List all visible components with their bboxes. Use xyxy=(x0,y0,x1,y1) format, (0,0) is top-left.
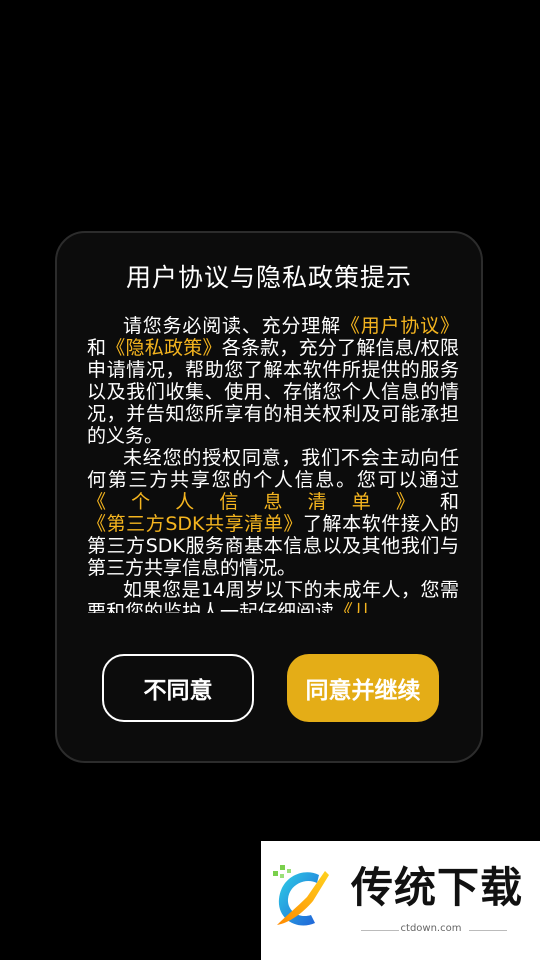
p2-text-2: 和 xyxy=(439,491,459,513)
watermark-url: ctdown.com xyxy=(400,923,462,934)
agree-and-continue-button[interactable]: 同意并继续 xyxy=(287,654,439,722)
p3-text-1: 如果您是14周岁以下的未成年人，您需要和您的监护人一起仔细阅读 xyxy=(87,579,459,613)
agreement-paragraph-3: 如果您是14周岁以下的未成年人，您需要和您的监护人一起仔细阅读《儿 xyxy=(87,579,459,613)
watermark-title: 传统下载 xyxy=(351,863,524,912)
ctdown-logo-icon xyxy=(273,865,329,926)
site-watermark: 传统下载 ctdown.com xyxy=(261,841,540,960)
privacy-policy-link[interactable]: 《隐私政策》 xyxy=(106,337,221,359)
children-policy-link[interactable]: 《儿 xyxy=(334,601,372,613)
app-screen: 用户协议与隐私政策提示 请您务必阅读、充分理解《用户协议》和《隐私政策》各条款，… xyxy=(0,0,540,960)
agreement-paragraph-2: 未经您的授权同意，我们不会主动向任何第三方共享您的个人信息。您可以通过《个人信息… xyxy=(87,447,459,579)
privacy-dialog: 用户协议与隐私政策提示 请您务必阅读、充分理解《用户协议》和《隐私政策》各条款，… xyxy=(55,231,483,763)
disagree-button[interactable]: 不同意 xyxy=(102,654,254,722)
user-agreement-link[interactable]: 《用户协议》 xyxy=(341,315,459,337)
agreement-paragraph-1: 请您务必阅读、充分理解《用户协议》和《隐私政策》各条款，充分了解信息/权限申请情… xyxy=(87,315,459,447)
p1-text-1: 请您务必阅读、充分理解 xyxy=(123,315,341,337)
p2-text-1: 未经您的授权同意，我们不会主动向任何第三方共享您的个人信息。您可以通过 xyxy=(87,447,459,491)
dialog-title: 用户协议与隐私政策提示 xyxy=(125,263,412,292)
p1-text-2: 和 xyxy=(87,337,107,359)
personal-info-list-link[interactable]: 《个人信息清单》 xyxy=(87,491,440,513)
third-party-sdk-list-link[interactable]: 《第三方SDK共享清单》 xyxy=(87,513,303,535)
agreement-text-scroll[interactable]: 请您务必阅读、充分理解《用户协议》和《隐私政策》各条款，充分了解信息/权限申请情… xyxy=(87,315,459,613)
